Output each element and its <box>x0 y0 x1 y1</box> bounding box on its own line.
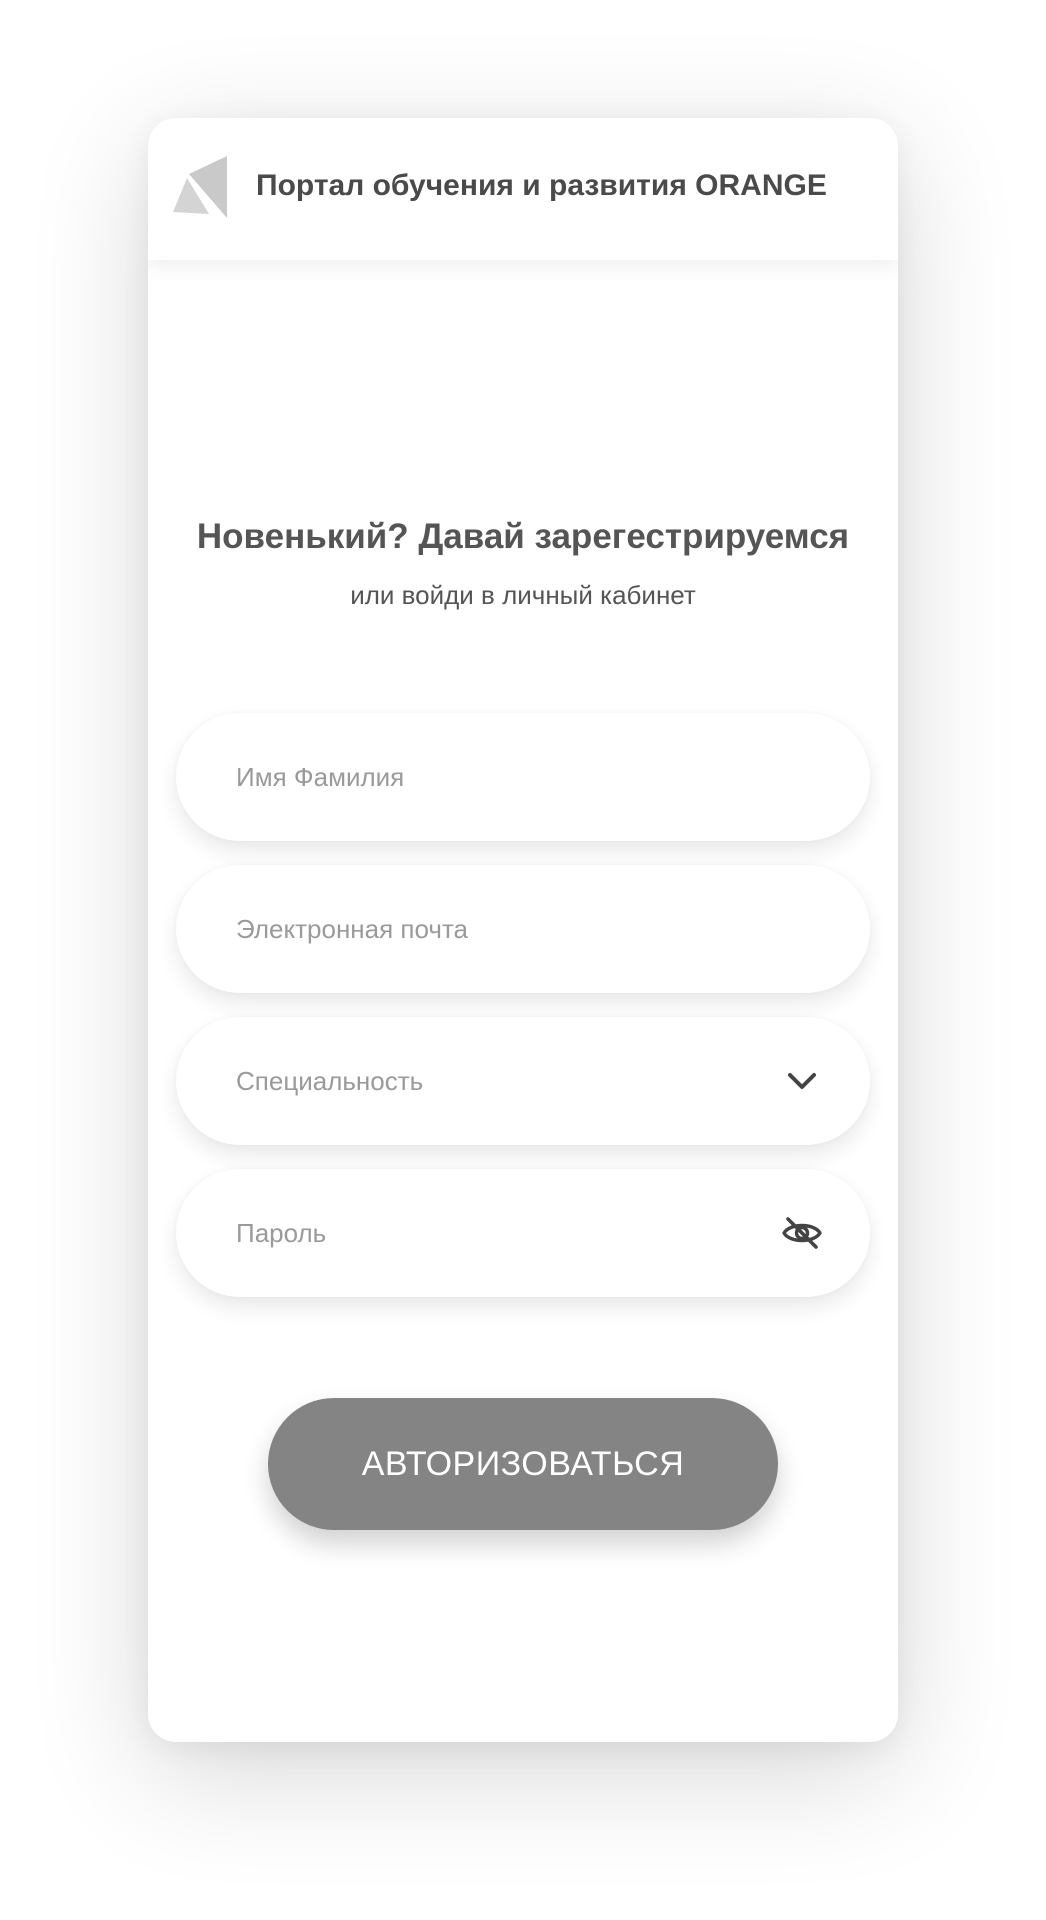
specialty-select[interactable]: Специальность <box>176 1017 870 1145</box>
email-input[interactable] <box>236 865 736 993</box>
app-screen: Портал обучения и развития ORANGE Новень… <box>148 118 898 1742</box>
name-input[interactable] <box>236 713 736 841</box>
triangle-logo-icon <box>173 156 227 218</box>
register-heading: Новенький? Давай зарегестрируемся <box>196 517 850 556</box>
login-subheading[interactable]: или войди в личный кабинет <box>148 578 898 612</box>
email-field[interactable] <box>176 865 870 993</box>
specialty-label: Специальность <box>236 1066 424 1096</box>
password-field[interactable] <box>176 1169 870 1297</box>
app-header: Портал обучения и развития ORANGE <box>148 118 898 260</box>
chevron-down-icon[interactable] <box>780 1059 824 1103</box>
eye-off-icon[interactable] <box>780 1211 824 1255</box>
portal-title: Портал обучения и развития ORANGE <box>256 169 827 202</box>
name-field[interactable] <box>176 713 870 841</box>
authorize-button[interactable]: АВТОРИЗОВАТЬСЯ <box>268 1398 778 1530</box>
password-input[interactable] <box>236 1169 736 1297</box>
